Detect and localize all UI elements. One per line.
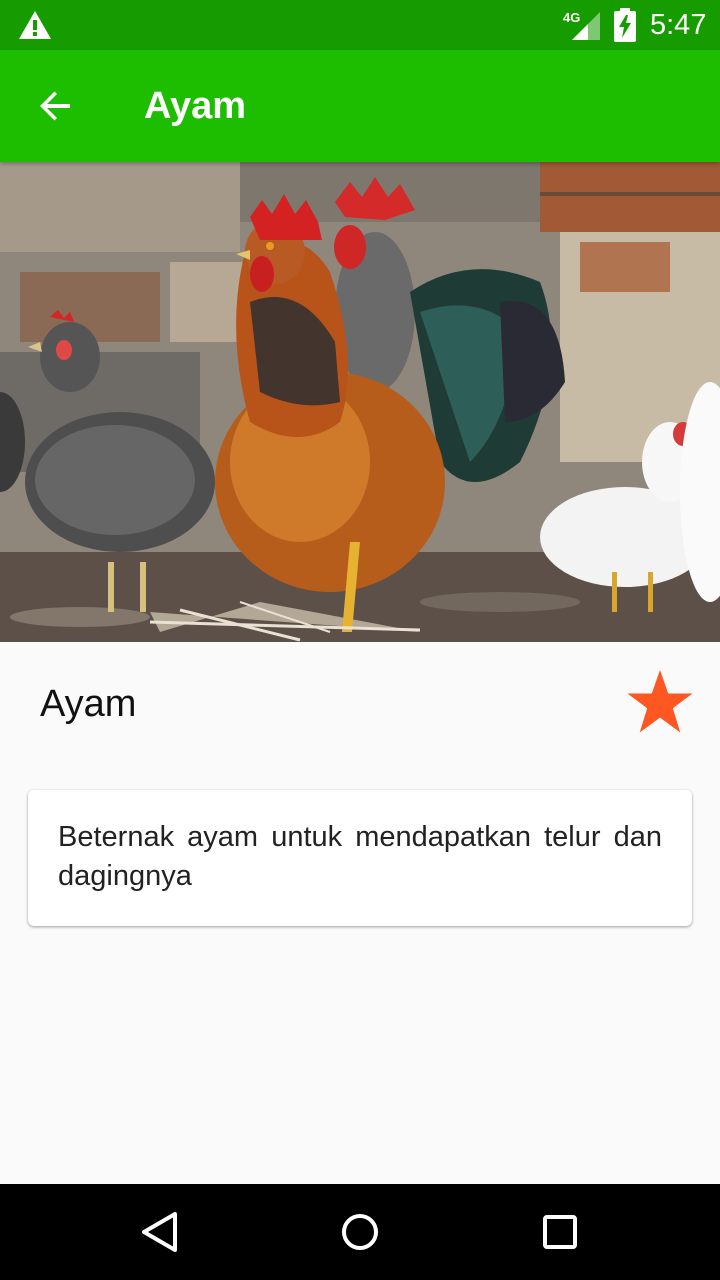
arrow-left-icon: [40, 91, 70, 121]
navigation-bar: [0, 1184, 720, 1280]
item-title: Ayam: [40, 683, 137, 725]
chickens-photo: [0, 162, 720, 642]
nav-back-button[interactable]: [130, 1202, 190, 1262]
signal-4g-icon: 4G: [563, 10, 600, 40]
nav-home-button[interactable]: [330, 1202, 390, 1262]
status-bar: 4G 5:47: [0, 0, 720, 50]
description-card: Beternak ayam untuk mendapatkan telur da…: [28, 790, 692, 926]
nav-home-icon: [342, 1214, 378, 1250]
favorite-button[interactable]: [620, 662, 700, 742]
star-icon: [627, 670, 693, 733]
warning-icon: [19, 11, 51, 39]
nav-recent-icon: [543, 1215, 577, 1249]
back-button[interactable]: [24, 74, 88, 138]
battery-charging-icon: [614, 8, 636, 42]
status-time: 5:47: [650, 9, 707, 41]
nav-recent-button[interactable]: [530, 1202, 590, 1262]
nav-back-icon: [142, 1212, 177, 1252]
hero-image: [0, 162, 720, 642]
network-type-label: 4G: [563, 10, 580, 25]
description-text: Beternak ayam untuk mendapatkan telur da…: [58, 821, 662, 892]
page-title: Ayam: [144, 85, 247, 127]
app-bar: Ayam: [0, 50, 720, 162]
